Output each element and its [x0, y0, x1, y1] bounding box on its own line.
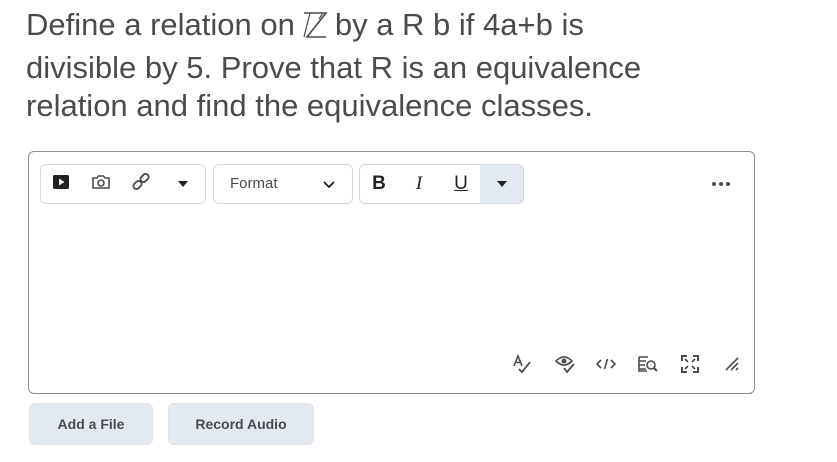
editor-content-area[interactable]	[39, 212, 744, 342]
rich-text-editor[interactable]: Format B I U	[28, 151, 755, 394]
format-select-value: Format	[230, 175, 278, 192]
insert-more-dropdown[interactable]	[169, 165, 197, 203]
caret-down-icon	[177, 175, 189, 193]
preview-icon	[637, 354, 659, 379]
preview-button[interactable]	[635, 354, 661, 378]
question-line-3: relation and find the equivalence classe…	[26, 88, 593, 123]
fullscreen-icon	[680, 354, 700, 379]
resize-handle[interactable]	[719, 354, 745, 378]
question-text: Define a relation on by a R b if 4a+b is …	[26, 6, 806, 125]
more-options-button[interactable]	[709, 175, 733, 191]
question-line-1-start: Define a relation on	[26, 7, 295, 42]
video-icon	[52, 174, 70, 195]
chevron-down-icon	[322, 174, 336, 199]
link-icon	[131, 172, 151, 197]
resize-handle-icon	[723, 355, 741, 378]
integers-symbol	[301, 10, 329, 49]
format-select[interactable]: Format	[213, 164, 353, 204]
accessibility-check-button[interactable]	[552, 354, 578, 378]
insert-link-button[interactable]	[127, 165, 155, 203]
record-audio-button[interactable]: Record Audio	[168, 403, 314, 445]
question-line-1-end: by a R b if 4a+b is	[334, 7, 584, 42]
spellcheck-button[interactable]	[509, 353, 535, 379]
caret-down-icon	[496, 175, 508, 193]
underline-button[interactable]: U	[446, 165, 476, 203]
fullscreen-button[interactable]	[677, 354, 703, 378]
more-horizontal-icon	[711, 174, 731, 192]
question-line-1: Define a relation on by a R b if 4a+b is	[26, 6, 806, 49]
accessibility-check-icon	[554, 354, 576, 379]
source-code-button[interactable]	[593, 354, 619, 378]
text-style-more-dropdown[interactable]	[480, 165, 523, 203]
question-line-2: divisible by 5. Prove that R is an equiv…	[26, 50, 642, 85]
camera-icon	[91, 174, 111, 195]
italic-button[interactable]: I	[404, 165, 434, 203]
insert-tools-group	[40, 164, 206, 204]
bold-button[interactable]: B	[364, 165, 394, 203]
add-file-button[interactable]: Add a File	[29, 403, 153, 445]
insert-image-button[interactable]	[87, 165, 115, 203]
spellcheck-icon	[511, 353, 533, 379]
source-code-icon	[595, 357, 617, 376]
text-style-group: B I U	[359, 164, 524, 204]
insert-video-button[interactable]	[47, 165, 75, 203]
